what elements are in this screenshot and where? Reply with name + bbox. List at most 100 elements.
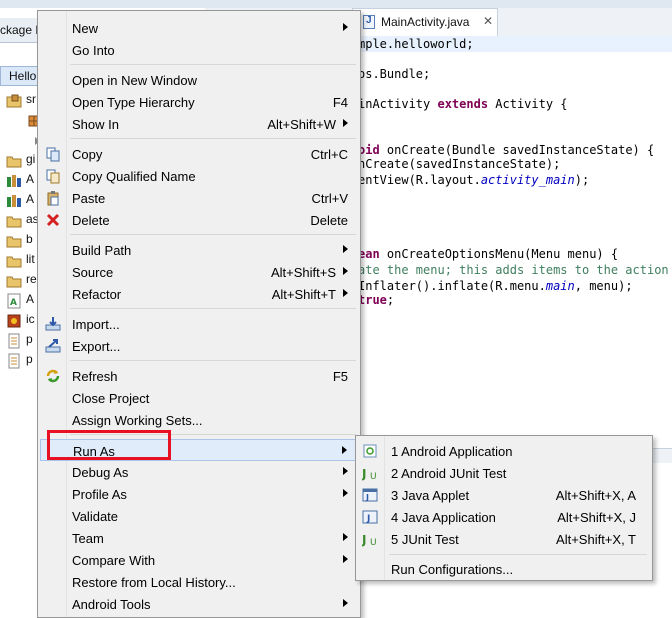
code-editor[interactable]: mple.helloworld; os.Bundle; inActivity ext… [358, 36, 672, 436]
menu-separator [70, 234, 356, 235]
submenu-item-label: 3 Java Applet [391, 488, 470, 503]
menu-item-copy[interactable]: Copy Ctrl+C [40, 143, 358, 165]
tree-item[interactable]: ic [6, 311, 40, 329]
menu-item-export[interactable]: Export... [40, 335, 358, 357]
submenu-item-3-java-applet[interactable]: J 3 Java Applet Alt+Shift+X, A [358, 484, 650, 506]
menu-item-label: Open Type Hierarchy [72, 95, 195, 110]
menu-item-show-in[interactable]: Show In Alt+Shift+W [40, 113, 358, 135]
menu-item-refactor[interactable]: Refactor Alt+Shift+T [40, 283, 358, 305]
menu-item-label: Team [72, 531, 104, 546]
menu-item-open-in-new-window[interactable]: Open in New Window [40, 69, 358, 91]
project-label: Hello [9, 69, 37, 83]
tree-item[interactable]: A [6, 191, 40, 209]
submenu-arrow-icon [343, 23, 348, 31]
menu-item-paste[interactable]: Paste Ctrl+V [40, 187, 358, 209]
menu-separator [70, 360, 356, 361]
code-line: inActivity extends Activity { [358, 96, 568, 112]
package-explorer-tab[interactable]: ckage E [0, 18, 43, 43]
svg-text:J: J [366, 514, 370, 524]
menu-item-copy-qualified-name[interactable]: Copy Qualified Name [40, 165, 358, 187]
svg-text:J: J [362, 467, 366, 481]
code-token: nCreate(savedInstanceState); [358, 157, 561, 171]
menu-item-label: Profile As [72, 487, 127, 502]
code-line: ean onCreateOptionsMenu(Menu menu) { [358, 246, 618, 262]
menu-item-debug-as[interactable]: Debug As [40, 461, 358, 483]
menu-item-label: Show In [72, 117, 119, 132]
tree-item[interactable]: b [6, 231, 40, 249]
text-file-icon [6, 353, 20, 369]
menu-item-label: Source [72, 265, 114, 280]
menu-item-source[interactable]: Source Alt+Shift+S [40, 261, 358, 283]
menu-item-new[interactable]: New [40, 17, 358, 39]
editor-tab-label: MainActivity.java [381, 15, 470, 29]
menu-item-restore-from-local-history[interactable]: Restore from Local History... [40, 571, 358, 593]
menu-item-label: Compare With [72, 553, 156, 568]
code-token: onCreateOptionsMenu(Menu menu) { [379, 247, 619, 261]
code-token: true [358, 293, 387, 307]
export-icon [45, 338, 61, 354]
tree-item[interactable]: A [6, 171, 40, 189]
submenu-item-1-android-application[interactable]: 1 Android Application [358, 440, 650, 462]
tree-item-label: b [26, 232, 33, 246]
menu-item-label: Close Project [72, 391, 150, 406]
menu-item-validate[interactable]: Validate [40, 505, 358, 527]
submenu-item-run-configurations[interactable]: Run Configurations... [358, 558, 650, 580]
tree-item[interactable]: p [6, 331, 40, 349]
menu-item-android-tools[interactable]: Android Tools [40, 593, 358, 615]
menu-item-label: Go Into [72, 43, 115, 58]
java-applet-icon: J [362, 487, 378, 503]
code-token: activity_main [480, 173, 575, 187]
code-line: entView(R.layout.activity_main); [358, 172, 589, 188]
menu-item-compare-with[interactable]: Compare With [40, 549, 358, 571]
menu-item-shortcut: Alt+Shift+W [267, 117, 336, 132]
folder-icon [6, 213, 22, 228]
library-icon [6, 173, 21, 187]
code-token: entView(R.layout. [358, 173, 481, 187]
android-application-icon [362, 443, 378, 459]
menu-item-build-path[interactable]: Build Path [40, 239, 358, 261]
tree-item[interactable]: sr [6, 91, 40, 109]
submenu-item-label: 4 Java Application [391, 510, 496, 525]
menu-item-close-project[interactable]: Close Project [40, 387, 358, 409]
project-row-selected[interactable]: Hello [0, 66, 40, 86]
submenu-item-shortcut: Alt+Shift+X, A [555, 488, 636, 503]
menu-item-profile-as[interactable]: Profile As [40, 483, 358, 505]
submenu-item-4-java-application[interactable]: J 4 Java Application Alt+Shift+X, J [358, 506, 650, 528]
tree-item[interactable]: re [6, 271, 40, 289]
submenu-arrow-icon [343, 533, 348, 541]
tree-item[interactable]: gi [6, 151, 40, 169]
menu-item-team[interactable]: Team [40, 527, 358, 549]
tree-item[interactable]: as [6, 211, 40, 229]
menu-item-import[interactable]: Import... [40, 313, 358, 335]
tree-item[interactable]: AA [6, 291, 40, 309]
tree-item-label: A [26, 172, 35, 186]
tree-item-label: gi [26, 152, 36, 166]
menu-item-refresh[interactable]: Refresh F5 [40, 365, 358, 387]
menu-item-assign-working-sets[interactable]: Assign Working Sets... [40, 409, 358, 431]
window-top-strip [0, 0, 672, 8]
tree-item[interactable]: p [6, 351, 40, 369]
tree-item-label: p [26, 332, 33, 346]
close-tab-icon[interactable]: ✕ [483, 14, 493, 28]
submenu-item-2-android-junit-test[interactable]: JU 2 Android JUnit Test [358, 462, 650, 484]
svg-text:J: J [362, 533, 366, 547]
tree-item[interactable]: lit [6, 251, 40, 269]
submenu-item-shortcut: Alt+Shift+X, J [557, 510, 636, 525]
submenu-arrow-icon [342, 446, 347, 454]
menu-item-delete[interactable]: Delete Delete [40, 209, 358, 231]
editor-tab-mainactivity[interactable]: MainActivity.java ✕ [352, 8, 498, 36]
copy-icon [45, 146, 61, 162]
text-file-icon [6, 333, 20, 349]
menu-item-label: Delete [72, 213, 110, 228]
svg-text:J: J [365, 493, 369, 502]
code-token: inActivity [358, 97, 438, 111]
image-file-icon [6, 313, 21, 328]
menu-item-label: Build Path [72, 243, 132, 258]
menu-item-go-into[interactable]: Go Into [40, 39, 358, 61]
submenu-item-5-junit-test[interactable]: JU 5 JUnit Test Alt+Shift+X, T [358, 528, 650, 550]
menu-item-open-type-hierarchy[interactable]: Open Type Hierarchy F4 [40, 91, 358, 113]
submenu-arrow-icon [343, 599, 348, 607]
menu-item-label: Restore from Local History... [72, 575, 236, 590]
delete-icon [45, 212, 61, 228]
submenu-arrow-icon [343, 489, 348, 497]
